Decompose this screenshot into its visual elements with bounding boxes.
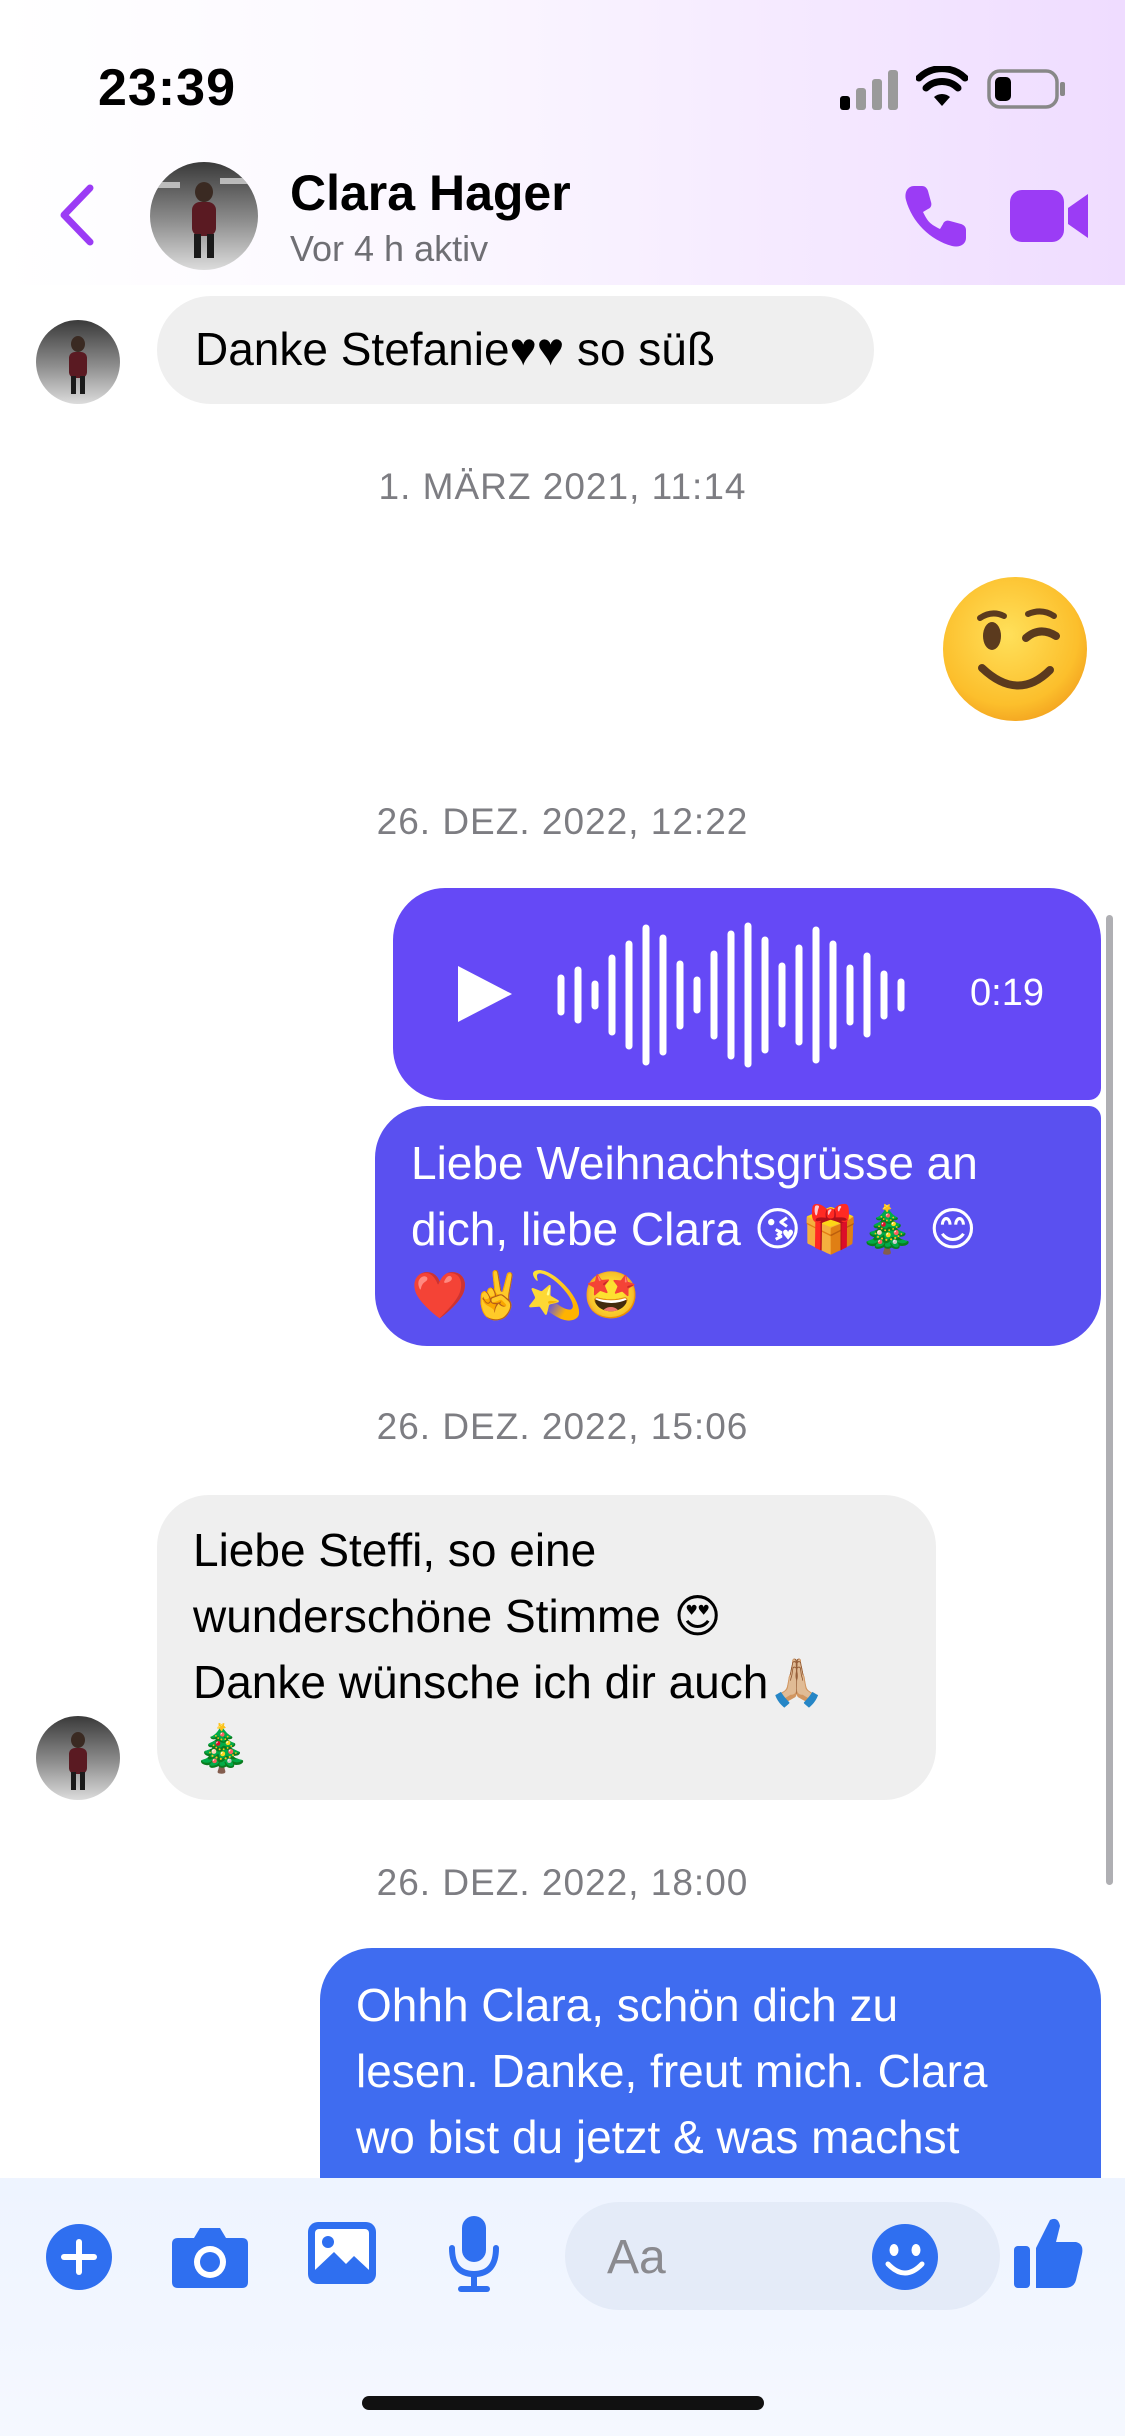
image-icon[interactable] — [306, 2220, 378, 2286]
contact-avatar[interactable] — [150, 162, 258, 270]
scrollbar[interactable] — [1106, 915, 1113, 1885]
message-line: lesen. Danke, freut mich. Clara — [356, 2045, 988, 2097]
plus-icon[interactable] — [44, 2222, 114, 2292]
message-line: wo bist du jetzt & was machst — [356, 2111, 960, 2163]
smiley-icon[interactable] — [870, 2222, 940, 2292]
timestamp: 26. DEZ. 2022, 18:00 — [376, 1862, 749, 1903]
message-line: ❤️✌️💫🤩 — [411, 1268, 641, 1322]
audio-waveform[interactable] — [556, 920, 916, 1070]
message-line: Ohhh Clara, schön dich zu — [356, 1979, 899, 2031]
thumbs-up-icon[interactable] — [1012, 2214, 1084, 2290]
outgoing-message[interactable]: Liebe Weihnachtsgrüsse an dich, liebe Cl… — [375, 1106, 1101, 1346]
message-line: dich, liebe Clara 😘🎁🎄 😊 — [411, 1203, 977, 1255]
winking-face-emoji[interactable] — [940, 574, 1090, 724]
status-time: 23:39 — [98, 59, 236, 117]
voice-duration: 0:19 — [970, 972, 1044, 1014]
incoming-message[interactable]: Liebe Steffi, so eine wunderschöne Stimm… — [157, 1495, 936, 1800]
back-icon[interactable] — [52, 180, 102, 250]
message-input[interactable] — [605, 2224, 869, 2290]
contact-status: Vor 4 h aktiv — [290, 228, 489, 269]
sender-avatar[interactable] — [36, 1716, 120, 1800]
cellular-signal-icon — [840, 70, 898, 110]
home-indicator[interactable] — [362, 2396, 764, 2410]
video-camera-icon[interactable] — [1008, 186, 1090, 246]
timestamp: 26. DEZ. 2022, 12:22 — [376, 801, 749, 842]
camera-icon[interactable] — [170, 2224, 250, 2290]
message-line: wunderschöne Stimme 😍 — [193, 1590, 722, 1642]
timestamp: 1. MÄRZ 2021, 11:14 — [378, 466, 747, 507]
wifi-icon — [916, 66, 968, 106]
message-text: Danke Stefanie♥♥ so süß — [195, 323, 715, 375]
play-icon[interactable] — [452, 962, 516, 1026]
message-line: Liebe Steffi, so eine — [193, 1524, 597, 1576]
message-line: 🎄 — [193, 1722, 251, 1774]
microphone-icon[interactable] — [446, 2214, 502, 2296]
phone-icon[interactable] — [900, 180, 972, 252]
timestamp: 26. DEZ. 2022, 15:06 — [376, 1406, 749, 1447]
battery-icon — [987, 69, 1065, 109]
message-line: Liebe Weihnachtsgrüsse an — [411, 1137, 978, 1189]
sender-avatar[interactable] — [36, 320, 120, 404]
message-line: Danke wünsche ich dir auch🙏🏼 — [193, 1656, 826, 1708]
contact-name[interactable]: Clara Hager — [290, 164, 571, 222]
incoming-message[interactable]: Danke Stefanie♥♥ so süß — [157, 296, 874, 404]
